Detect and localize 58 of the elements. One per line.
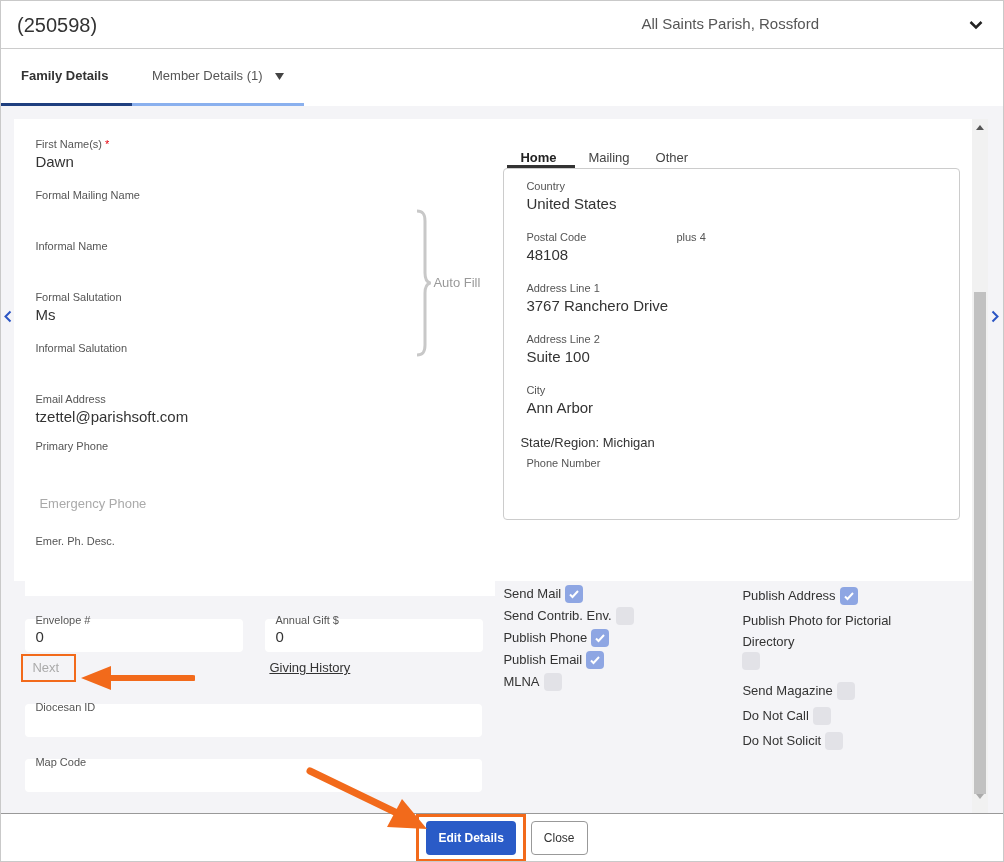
address-tab[interactable]: Mailing: [575, 148, 643, 168]
check-icon: [568, 588, 581, 600]
check-icon: [594, 632, 607, 644]
close-button[interactable]: Close: [530, 820, 588, 855]
scroll-up-icon[interactable]: [976, 125, 985, 130]
checkbox[interactable]: [586, 651, 605, 669]
edit-details-button[interactable]: Edit Details: [426, 820, 516, 855]
field-label: City: [526, 383, 547, 397]
field-label: Primary Phone: [35, 439, 110, 453]
address-tab[interactable]: Home: [507, 148, 576, 168]
state-text: State/Region: Michigan: [520, 434, 656, 452]
field-label: Formal Mailing Name: [35, 188, 141, 202]
record-id: (250598): [17, 12, 98, 38]
input-field[interactable]: Diocesan ID: [25, 704, 483, 737]
option-label: Send Magazine: [742, 681, 833, 700]
address-tab[interactable]: Other: [642, 148, 702, 168]
field-value: 3767 Ranchero Drive: [526, 296, 670, 316]
field-label: plus 4: [676, 230, 706, 244]
field-label: Email Address: [35, 392, 107, 406]
field-label: Emer. Ph. Desc.: [35, 534, 116, 548]
field-value: Dawn: [35, 152, 75, 172]
input-field[interactable]: Map Code: [25, 759, 483, 792]
option-label: MLNA: [503, 673, 540, 692]
field-value: United States: [526, 194, 618, 214]
chevron-right-icon[interactable]: [991, 309, 1000, 323]
field-label: Address Line 1: [526, 281, 601, 295]
caret-icon: [274, 72, 284, 80]
option-label: Publish Email: [503, 651, 583, 670]
option-label: Send Contrib. Env.: [503, 607, 612, 626]
chevron-left-icon[interactable]: [3, 309, 12, 323]
option-label: Do Not Call: [742, 706, 809, 725]
chevron-down-icon[interactable]: [969, 19, 983, 30]
option-label: Send Mail: [503, 585, 562, 604]
parish-name: All Saints Parish, Rossford: [641, 14, 819, 35]
option-label: Do Not Solicit: [742, 731, 822, 750]
field-value: 48108: [526, 245, 570, 265]
field-label: First Name(s) *: [35, 137, 111, 151]
giving-history-link[interactable]: Giving History: [269, 658, 351, 678]
option-label: Publish Phone: [503, 629, 588, 648]
field-label: Formal Salutation: [35, 290, 123, 304]
option-label: Publish Address: [742, 586, 836, 605]
auto-fill-label: Auto Fill: [433, 274, 481, 293]
field-label: Address Line 2: [526, 332, 601, 346]
field-value: Ann Arbor: [526, 398, 595, 418]
checkbox[interactable]: [839, 586, 858, 605]
field-label: Informal Name: [35, 239, 109, 253]
field-value: Ms: [35, 305, 57, 325]
field-label: Phone Number: [526, 456, 602, 470]
field-label: Country: [526, 179, 566, 193]
field-label: Informal Salutation: [35, 341, 129, 355]
field-value: Suite 100: [526, 347, 591, 367]
field-label: Postal Code: [526, 230, 588, 244]
checkbox[interactable]: [591, 629, 610, 647]
field-value: tzettel@parishsoft.com: [35, 407, 190, 427]
checkbox[interactable]: [565, 585, 584, 603]
scrollbar-thumb[interactable]: [974, 291, 987, 795]
check-icon: [589, 654, 602, 666]
option-label: Publish Photo for Pictorial Directory: [742, 612, 893, 651]
